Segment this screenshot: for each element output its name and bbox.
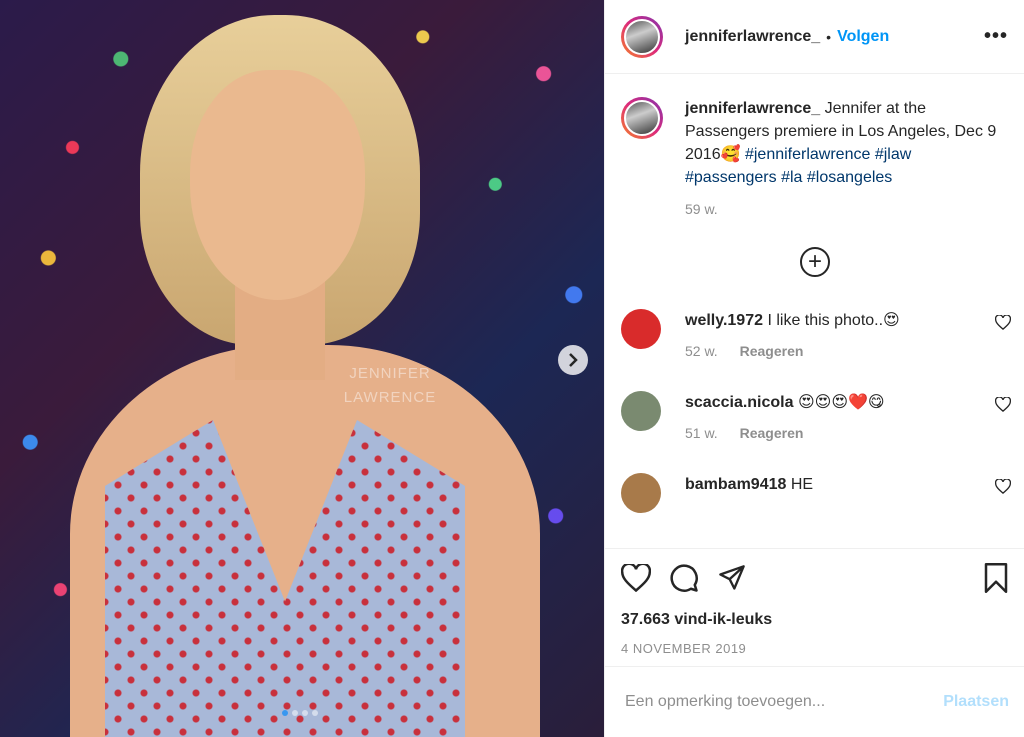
comment-meta: 51 w. Reageren xyxy=(685,425,965,441)
comment-meta: 52 w. Reageren xyxy=(685,343,965,359)
commenter-avatar[interactable] xyxy=(621,473,661,513)
chevron-right-icon xyxy=(569,353,578,367)
photo-face xyxy=(190,70,365,300)
commenter-avatar[interactable] xyxy=(621,309,661,349)
commenter-avatar[interactable] xyxy=(621,391,661,431)
carousel-dot xyxy=(312,710,318,716)
watermark-line-2: LAWRENCE xyxy=(343,389,437,406)
reply-button[interactable]: Reageren xyxy=(740,343,804,359)
heart-icon[interactable] xyxy=(995,315,1011,330)
post-panel: jenniferlawrence_ • Volgen ••• jenniferl… xyxy=(604,0,1024,737)
hashtag-link[interactable]: #passengers xyxy=(685,169,777,186)
bookmark-icon[interactable] xyxy=(983,563,1009,593)
action-icons xyxy=(621,563,1009,593)
caption-timestamp: 59 w. xyxy=(685,201,718,217)
more-options-icon[interactable]: ••• xyxy=(984,25,1008,48)
post-caption: jenniferlawrence_ Jennifer at the Passen… xyxy=(605,75,1024,189)
separator-dot: • xyxy=(826,28,832,45)
comment-item: bambam9418 HE xyxy=(605,473,1024,513)
post-date: 4 NOVEMBER 2019 xyxy=(621,641,747,656)
heart-icon[interactable] xyxy=(621,564,651,592)
author-avatar[interactable] xyxy=(621,15,663,58)
add-comment-bar: Plaatsen xyxy=(605,666,1024,737)
carousel-dot xyxy=(282,710,288,716)
heart-icon[interactable] xyxy=(995,479,1011,494)
post-photo[interactable]: JENNIFER LAWRENCE xyxy=(0,0,604,737)
carousel-next-button[interactable] xyxy=(558,345,588,375)
comment-body: I like this photo..😍 xyxy=(767,312,900,329)
carousel-dot xyxy=(302,710,308,716)
commenter-username[interactable]: welly.1972 xyxy=(685,312,763,329)
hashtag-link[interactable]: #jlaw xyxy=(875,146,911,163)
load-more-comments[interactable]: + xyxy=(605,247,1024,277)
comment-input[interactable] xyxy=(625,693,944,711)
post-comment-button[interactable]: Plaatsen xyxy=(943,693,1009,711)
author-username[interactable]: jenniferlawrence_ xyxy=(685,28,820,46)
caption-text: jenniferlawrence_ Jennifer at the Passen… xyxy=(685,97,1005,189)
comment-item: welly.1972 I like this photo..😍 52 w. Re… xyxy=(605,309,1024,359)
watermark-line-1: JENNIFER xyxy=(349,365,431,382)
commenter-username[interactable]: scaccia.nicola xyxy=(685,394,794,411)
comment-text: scaccia.nicola 😍😍😍❤️😋 xyxy=(685,391,965,415)
caption-username[interactable]: jenniferlawrence_ xyxy=(685,100,820,117)
share-icon[interactable] xyxy=(717,564,747,592)
comment-item: scaccia.nicola 😍😍😍❤️😋 51 w. Reageren xyxy=(605,391,1024,441)
hashtag-link[interactable]: #jenniferlawrence xyxy=(745,146,870,163)
reply-button[interactable]: Reageren xyxy=(740,425,804,441)
comment-text: bambam9418 HE xyxy=(685,473,965,497)
comment-body: 😍😍😍❤️😋 xyxy=(797,394,885,411)
plus-circle-icon[interactable]: + xyxy=(800,247,830,277)
photo-watermark: JENNIFER LAWRENCE xyxy=(330,362,450,410)
like-count[interactable]: 37.663 vind-ik-leuks xyxy=(621,611,1009,629)
follow-button[interactable]: Volgen xyxy=(837,28,889,46)
comment-icon[interactable] xyxy=(669,563,699,593)
hashtag-link[interactable]: #la xyxy=(781,169,802,186)
hashtag-link[interactable]: #losangeles xyxy=(807,169,892,186)
heart-icon[interactable] xyxy=(995,397,1011,412)
caption-avatar[interactable] xyxy=(621,97,663,139)
comment-time: 52 w. xyxy=(685,343,718,359)
commenter-username[interactable]: bambam9418 xyxy=(685,476,786,493)
comment-time: 51 w. xyxy=(685,425,718,441)
comment-text: welly.1972 I like this photo..😍 xyxy=(685,309,965,333)
comments-scroll[interactable]: jenniferlawrence_ Jennifer at the Passen… xyxy=(605,75,1024,545)
comment-body: HE xyxy=(790,476,814,493)
carousel-dot xyxy=(292,710,298,716)
carousel-dots xyxy=(282,710,318,716)
post-actions: 37.663 vind-ik-leuks 4 NOVEMBER 2019 xyxy=(605,548,1024,656)
post-header: jenniferlawrence_ • Volgen ••• xyxy=(605,0,1024,74)
